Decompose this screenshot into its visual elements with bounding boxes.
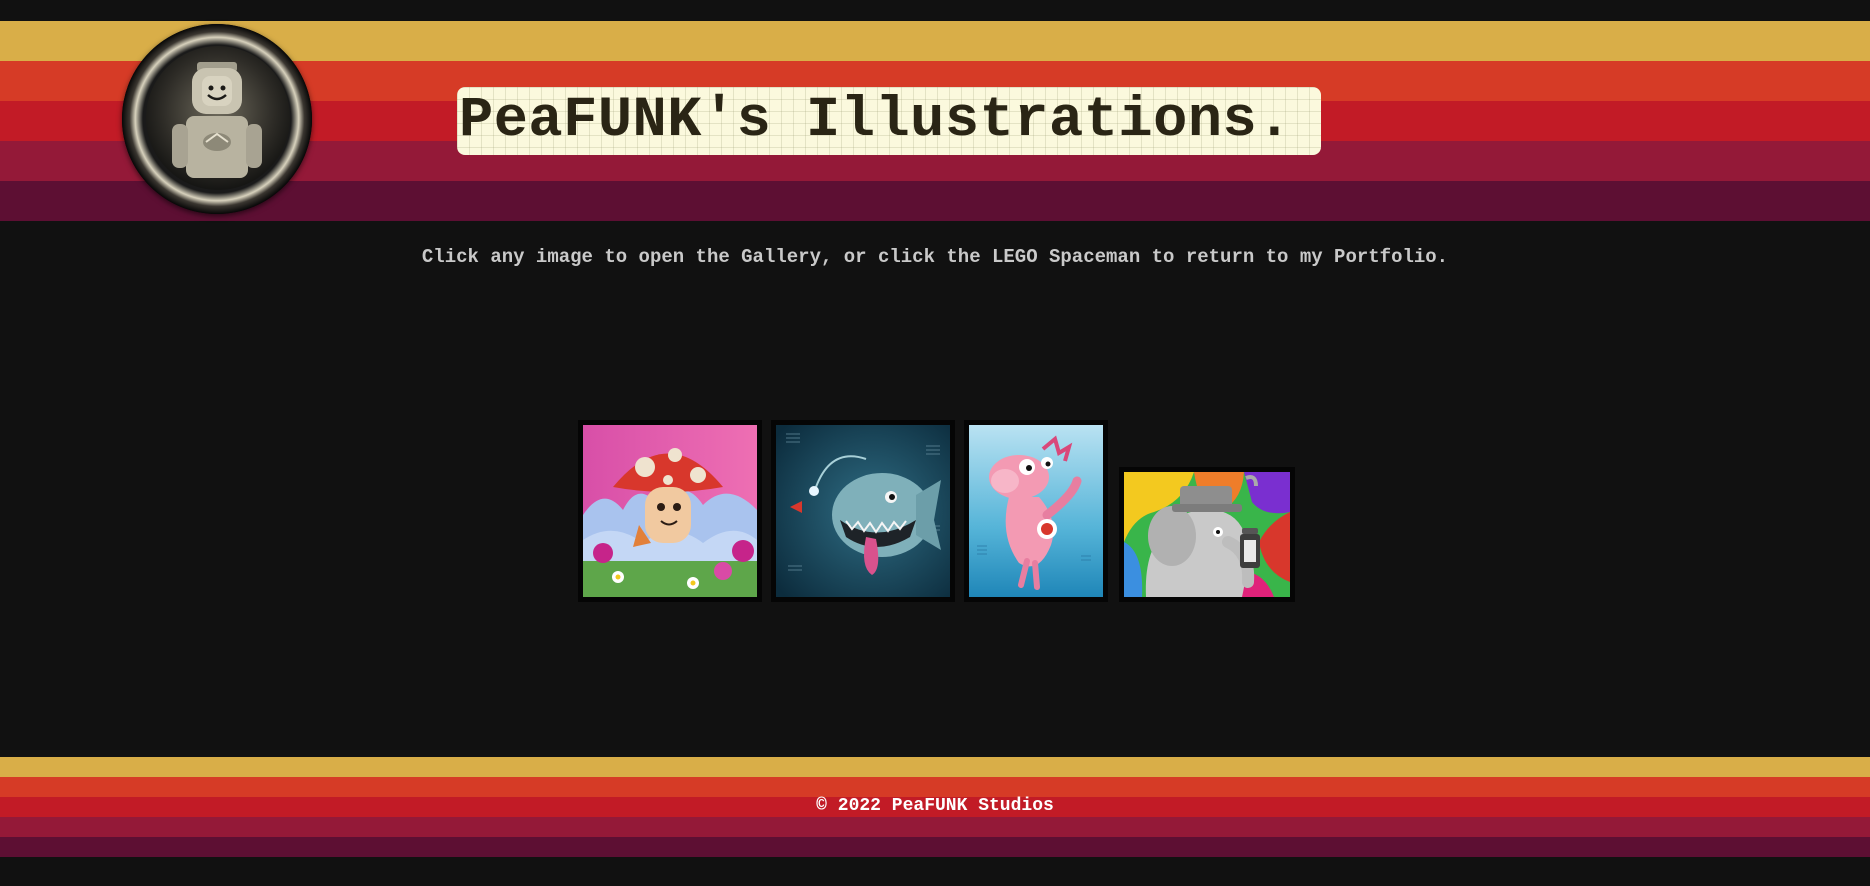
lego-spaceman-icon <box>122 24 312 214</box>
gallery-thumbnail-elephant[interactable] <box>1119 467 1295 602</box>
footer-stripe-plum <box>0 837 1870 857</box>
page-title-box: PeaFUNK's Illustrations. <box>457 87 1321 155</box>
page: PeaFUNK's Illustrations. Click any image… <box>0 0 1870 886</box>
elephant-illustration <box>1124 472 1290 597</box>
gallery-thumbnail-pink-creature[interactable] <box>964 420 1108 602</box>
mushroom-illustration <box>583 425 757 597</box>
footer-copyright: © 2022 PeaFUNK Studios <box>816 796 1054 816</box>
footer-stripe-gold <box>0 757 1870 777</box>
lego-spaceman-portfolio-link[interactable] <box>122 24 312 214</box>
pink-creature-illustration <box>969 425 1103 597</box>
gallery-thumbnail-anglerfish[interactable] <box>771 420 955 602</box>
instruction-text: Click any image to open the Gallery, or … <box>421 246 1449 268</box>
gallery-thumbnail-mushroom[interactable] <box>578 420 762 602</box>
footer-stripe-crimson <box>0 817 1870 837</box>
anglerfish-illustration <box>776 425 950 597</box>
page-title: PeaFUNK's Illustrations. <box>459 89 1292 153</box>
footer-stripe-orange <box>0 777 1870 797</box>
